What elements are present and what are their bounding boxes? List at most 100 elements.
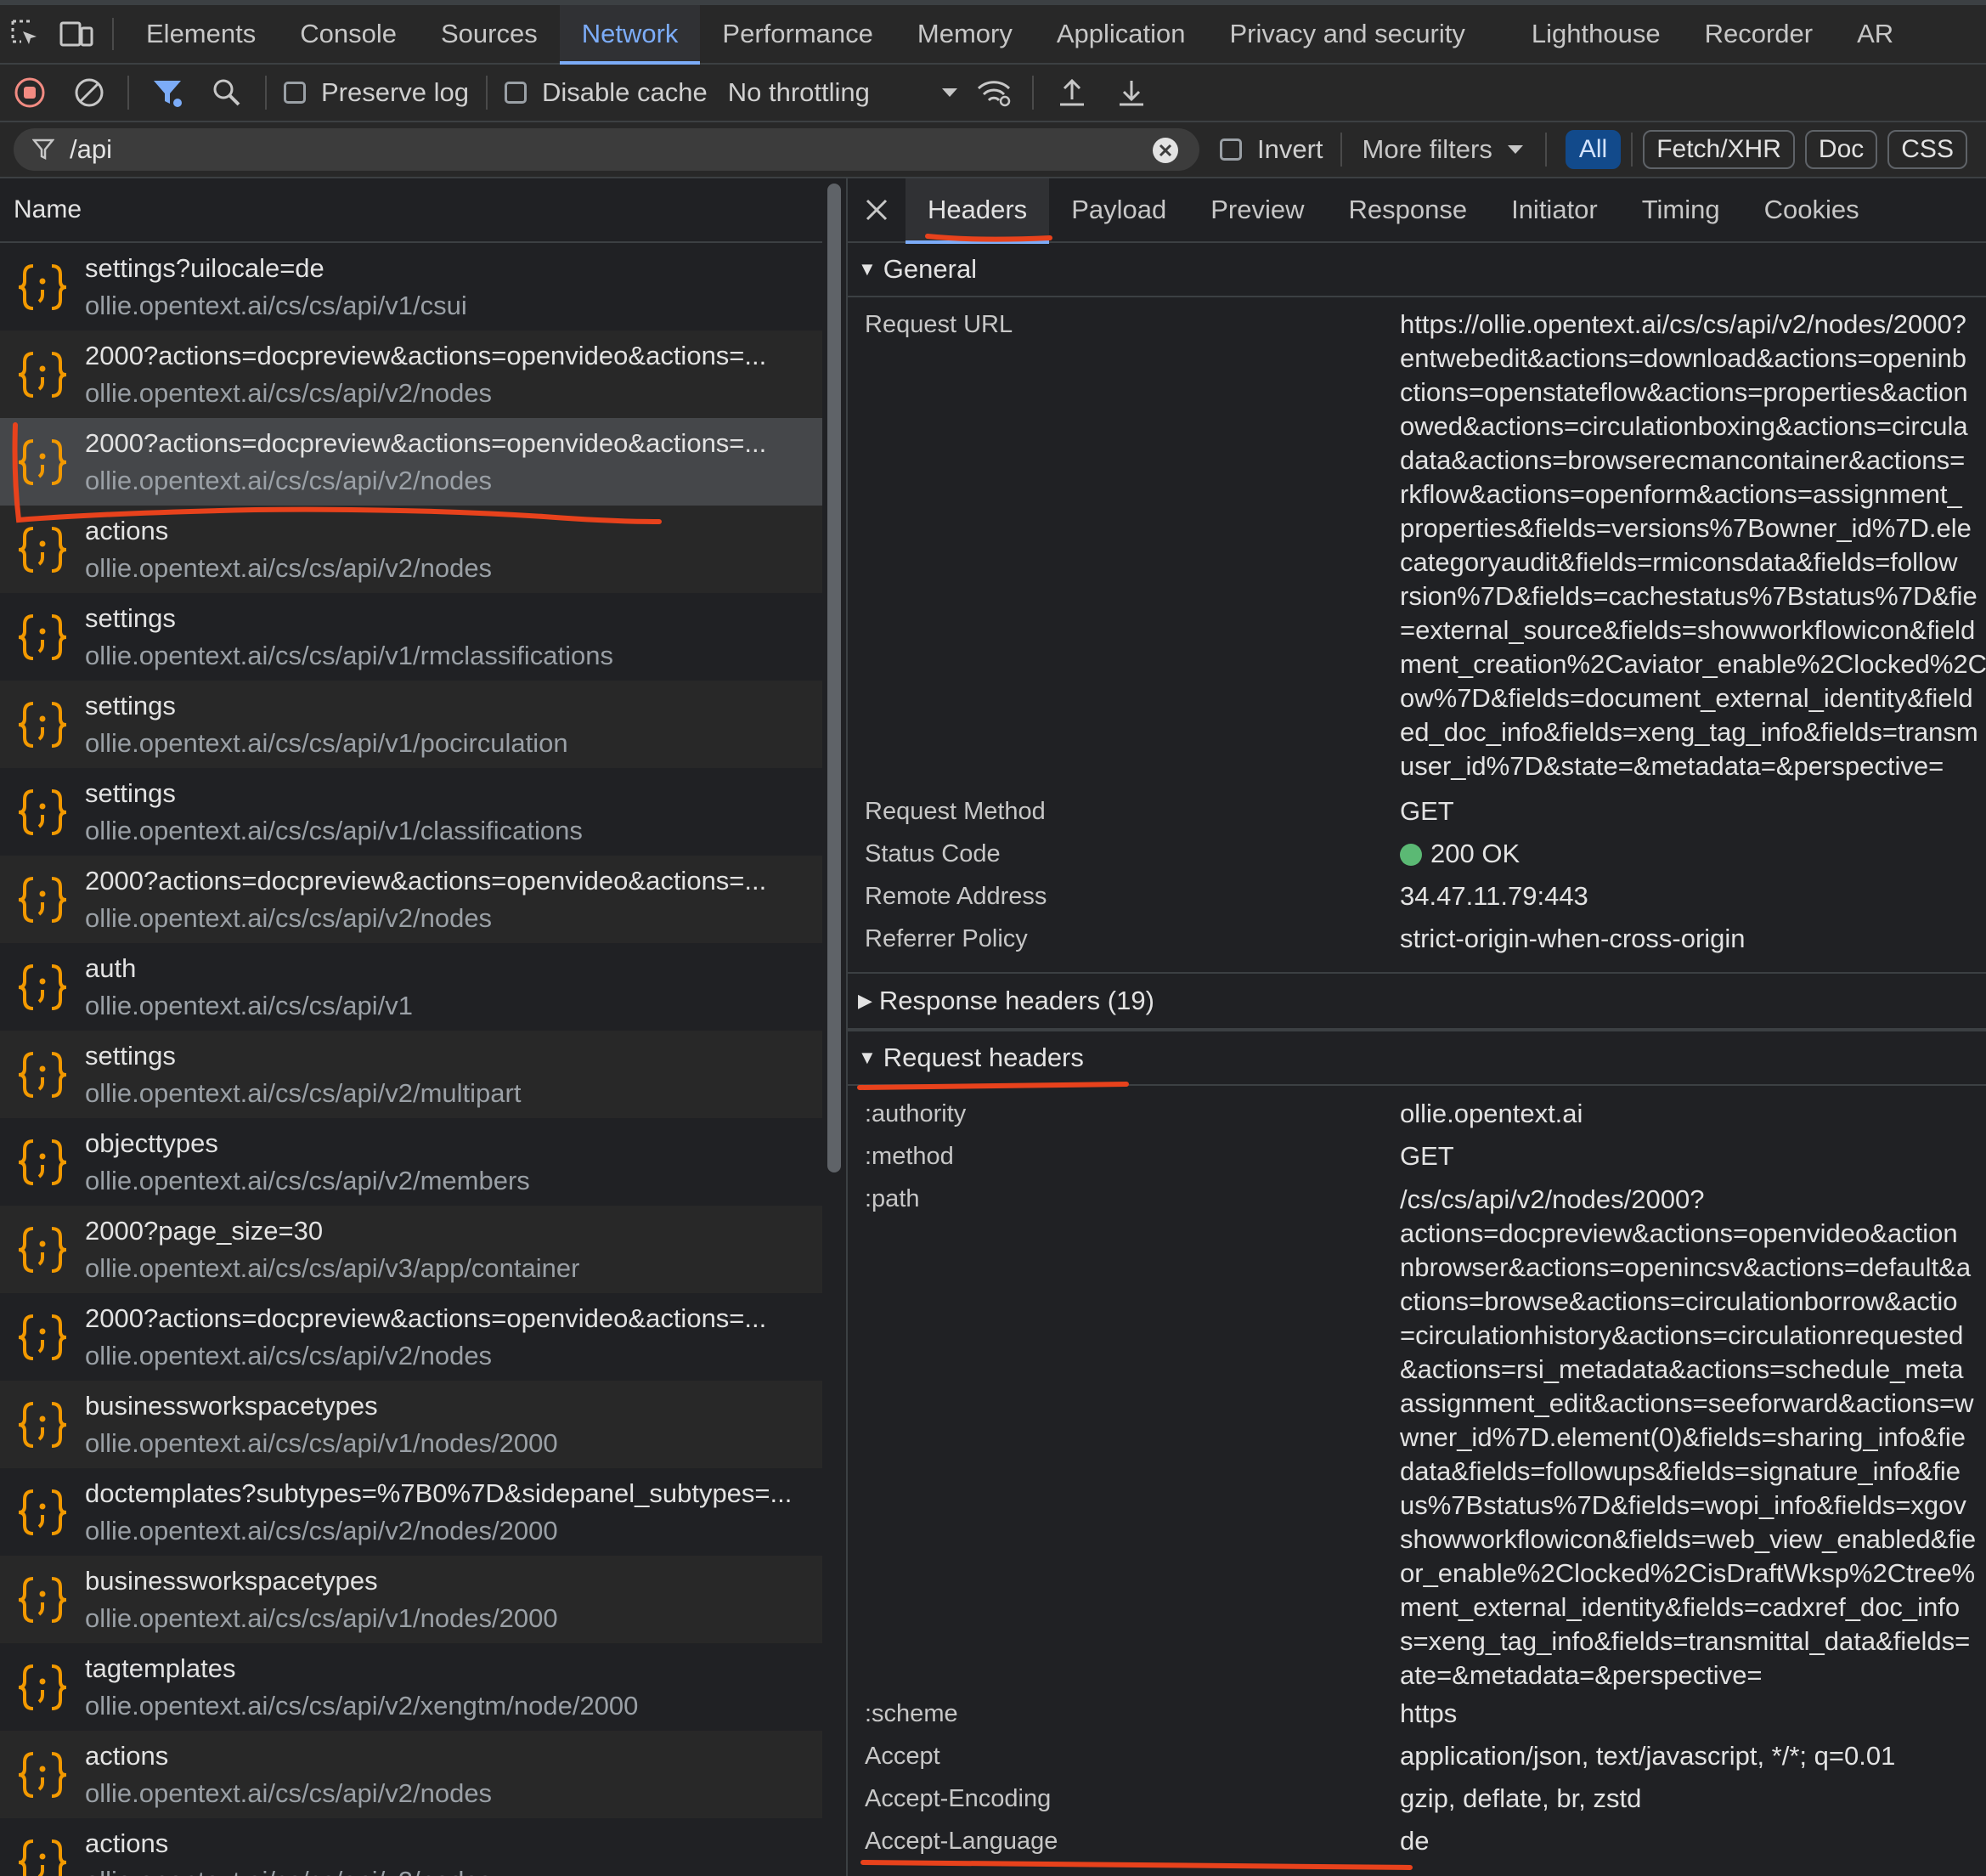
- scheme-label: :scheme: [865, 1700, 958, 1727]
- path-line: showworkflowicon&fields=web_view_enabled…: [1400, 1524, 1977, 1554]
- request-url-value[interactable]: https://ollie.opentext.ai/cs/cs/api/v2/n…: [1400, 308, 1986, 783]
- request-row[interactable]: actions ollie.opentext.ai/cs/cs/api/v2/no…: [0, 506, 822, 593]
- request-row[interactable]: actions ollie.opentext.ai/cs/cs/api/v2/no…: [0, 1818, 822, 1876]
- type-filter-all[interactable]: All: [1565, 130, 1622, 169]
- tab-response[interactable]: Response: [1326, 178, 1489, 242]
- device-toolbar-icon[interactable]: [51, 5, 102, 63]
- tab-ar[interactable]: AR: [1835, 5, 1893, 63]
- network-toolbar: Preserve log Disable cache No throttling: [0, 65, 1986, 122]
- request-row[interactable]: 2000?actions=docpreview&actions=openvide…: [0, 418, 822, 506]
- disable-cache-label: Disable cache: [542, 77, 708, 107]
- tab-privacy-and-security[interactable]: Privacy and security: [1208, 5, 1487, 63]
- tab-preview[interactable]: Preview: [1188, 178, 1326, 242]
- checkbox-box[interactable]: [1220, 138, 1242, 161]
- request-url-line: owed&actions=circulationboxing&actions=c…: [1400, 411, 1968, 441]
- general-section-toggle[interactable]: ▼ General: [848, 243, 1986, 297]
- filter-separator: [1340, 133, 1342, 167]
- invert-checkbox[interactable]: Invert: [1220, 134, 1323, 165]
- request-headers-toggle[interactable]: ▼ Request headers: [848, 1031, 1986, 1086]
- filter-separator: [1544, 133, 1547, 167]
- clear-filter-icon[interactable]: [1152, 137, 1179, 168]
- tab-initiator[interactable]: Initiator: [1489, 178, 1620, 242]
- request-row[interactable]: auth ollie.opentext.ai/cs/cs/api/v1: [0, 943, 822, 1031]
- path-line: /cs/cs/api/v2/nodes/2000?: [1400, 1184, 1705, 1214]
- request-row[interactable]: doctemplates?subtypes=%7B0%7D&sidepanel_…: [0, 1468, 822, 1556]
- tab-sources[interactable]: Sources: [419, 5, 560, 63]
- request-row[interactable]: settings ollie.opentext.ai/cs/cs/api/v1/c…: [0, 768, 822, 856]
- request-url-line: rsion%7D&fields=cachestatus%7Bstatus%7D&…: [1400, 581, 1978, 611]
- stop-recording-icon[interactable]: [0, 65, 59, 121]
- request-path: ollie.opentext.ai/cs/cs/api/v1: [85, 990, 413, 1020]
- json-braces-icon: [0, 263, 85, 312]
- request-row[interactable]: actions ollie.opentext.ai/cs/cs/api/v2/no…: [0, 1731, 822, 1818]
- json-braces-icon: [0, 1488, 85, 1537]
- remote-address-label: Remote Address: [865, 883, 1047, 910]
- status-code-row: Status Code 200 OK: [848, 833, 1986, 875]
- request-headers-title: Request headers: [883, 1043, 1084, 1072]
- disable-cache-checkbox[interactable]: Disable cache: [505, 77, 708, 108]
- type-filter-fetch-xhr[interactable]: Fetch/XHR: [1643, 130, 1795, 169]
- throttling-select[interactable]: No throttling: [728, 77, 959, 108]
- network-conditions-icon[interactable]: [964, 65, 1024, 121]
- request-path: ollie.opentext.ai/cs/cs/api/v2/nodes: [85, 377, 493, 408]
- request-row[interactable]: settings?uilocale=de ollie.opentext.ai/cs…: [0, 243, 822, 331]
- tab-cookies[interactable]: Cookies: [1742, 178, 1882, 242]
- tab-headers[interactable]: Headers: [906, 178, 1050, 244]
- filter-icon[interactable]: [138, 65, 197, 121]
- request-url-row: Request URL https://ollie.opentext.ai/cs…: [848, 308, 1986, 783]
- request-row[interactable]: settings ollie.opentext.ai/cs/cs/api/v1/p…: [0, 681, 822, 768]
- close-detail-icon[interactable]: [848, 178, 906, 242]
- tab-lighthouse[interactable]: Lighthouse: [1509, 5, 1683, 63]
- more-filters-dropdown[interactable]: More filters: [1363, 134, 1525, 165]
- checkbox-box[interactable]: [505, 82, 528, 104]
- request-row[interactable]: tagtemplates ollie.opentext.ai/cs/cs/api/…: [0, 1643, 822, 1731]
- response-headers-toggle[interactable]: ▶ Response headers (19): [848, 974, 1986, 1030]
- request-row[interactable]: settings ollie.opentext.ai/cs/cs/api/v1/r…: [0, 593, 822, 681]
- tab-network[interactable]: Network: [559, 5, 701, 65]
- request-row[interactable]: 2000?actions=docpreview&actions=openvide…: [0, 331, 822, 418]
- json-braces-icon: [0, 1750, 85, 1800]
- detail-tabbar: Headers Payload Preview Response Initiat…: [848, 178, 1986, 244]
- scrollbar-thumb[interactable]: [827, 184, 841, 1172]
- tab-memory[interactable]: Memory: [895, 5, 1035, 63]
- request-row[interactable]: 2000?page_size=30 ollie.opentext.ai/cs/cs…: [0, 1206, 822, 1293]
- tab-recorder[interactable]: Recorder: [1683, 5, 1836, 63]
- request-row[interactable]: businessworkspacetypes ollie.opentext.ai/…: [0, 1381, 822, 1468]
- accept-encoding-row: Accept-Encoding gzip, deflate, br, zstd: [848, 1777, 1986, 1820]
- json-braces-icon: [0, 1400, 85, 1449]
- request-row-text: actions ollie.opentext.ai/cs/cs/api/v2/no…: [85, 1738, 812, 1812]
- request-path: ollie.opentext.ai/cs/cs/api/v2/nodes: [85, 465, 493, 495]
- search-icon[interactable]: [197, 65, 257, 121]
- tab-payload[interactable]: Payload: [1049, 178, 1188, 242]
- import-har-icon[interactable]: [1042, 65, 1102, 121]
- request-url-line: categoryaudit&fields=rmiconsdata&fields=…: [1400, 547, 1958, 577]
- tab-application[interactable]: Application: [1035, 5, 1208, 63]
- tab-console[interactable]: Console: [278, 5, 419, 63]
- clear-icon[interactable]: [59, 65, 119, 121]
- type-filter-doc[interactable]: Doc: [1804, 130, 1878, 169]
- name-column-header[interactable]: Name: [0, 178, 822, 243]
- tab-timing[interactable]: Timing: [1620, 178, 1742, 242]
- status-code-cell: 200 OK: [1400, 833, 1520, 875]
- inspect-element-icon[interactable]: [0, 5, 51, 63]
- request-row[interactable]: 2000?actions=docpreview&actions=openvide…: [0, 1293, 822, 1381]
- tab-elements[interactable]: Elements: [124, 5, 278, 63]
- checkbox-box[interactable]: [284, 82, 306, 104]
- referrer-policy-value: strict-origin-when-cross-origin: [1400, 924, 1746, 953]
- path-value[interactable]: /cs/cs/api/v2/nodes/2000? actions=docprev…: [1400, 1178, 1976, 1692]
- request-name: businessworkspacetypes: [85, 1390, 378, 1421]
- request-row[interactable]: settings ollie.opentext.ai/cs/cs/api/v2/m…: [0, 1031, 822, 1118]
- request-detail-panel: Headers Payload Preview Response Initiat…: [848, 178, 1986, 1876]
- preserve-log-checkbox[interactable]: Preserve log: [284, 77, 469, 108]
- request-row[interactable]: 2000?actions=docpreview&actions=openvide…: [0, 856, 822, 943]
- request-name: settings: [85, 602, 176, 633]
- export-har-icon[interactable]: [1102, 65, 1161, 121]
- request-row[interactable]: objecttypes ollie.opentext.ai/cs/cs/api/v…: [0, 1118, 822, 1206]
- tab-performance[interactable]: Performance: [700, 5, 894, 63]
- type-filter-css[interactable]: CSS: [1887, 130, 1967, 169]
- request-row[interactable]: businessworkspacetypes ollie.opentext.ai/…: [0, 1556, 822, 1643]
- request-path: ollie.opentext.ai/cs/cs/api/v2/nodes/200…: [85, 1515, 558, 1545]
- chevron-down-icon: [941, 88, 957, 97]
- json-braces-icon: [0, 963, 85, 1012]
- filter-input[interactable]: /api: [14, 128, 1199, 171]
